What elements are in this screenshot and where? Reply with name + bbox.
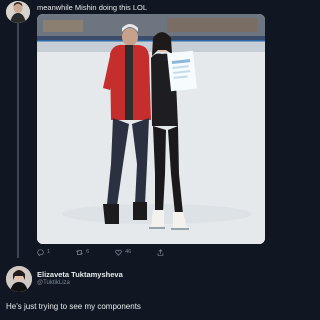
tweet-photo[interactable] bbox=[37, 14, 265, 244]
thread-connector-line bbox=[17, 22, 19, 258]
reply-count: 1 bbox=[47, 249, 51, 255]
tweet-text: meanwhile Mishin doing this LOL bbox=[37, 3, 148, 12]
share-icon bbox=[157, 248, 164, 256]
reply-tweet-text: He's just trying to see my components bbox=[6, 302, 141, 311]
reply-author-handle[interactable]: @TuktikLiza bbox=[37, 280, 70, 286]
retweet-icon bbox=[76, 249, 83, 255]
retweet-count: 6 bbox=[86, 249, 90, 255]
like-count: 46 bbox=[125, 249, 132, 255]
retweet-action[interactable]: 6 bbox=[76, 249, 89, 256]
reply-avatar[interactable] bbox=[6, 266, 32, 292]
tweet-actions: 1 6 46 bbox=[37, 247, 257, 257]
heart-icon bbox=[115, 249, 122, 256]
share-action[interactable] bbox=[157, 248, 164, 256]
avatar[interactable] bbox=[6, 1, 30, 23]
reply-action[interactable]: 1 bbox=[37, 248, 51, 256]
reply-icon bbox=[37, 248, 44, 256]
tweet-thread: meanwhile Mishin doing this LOL 1 6 46 E… bbox=[0, 0, 273, 320]
reply-author-name[interactable]: Elizaveta Tuktamysheva bbox=[37, 270, 123, 279]
like-action[interactable]: 46 bbox=[115, 249, 131, 256]
